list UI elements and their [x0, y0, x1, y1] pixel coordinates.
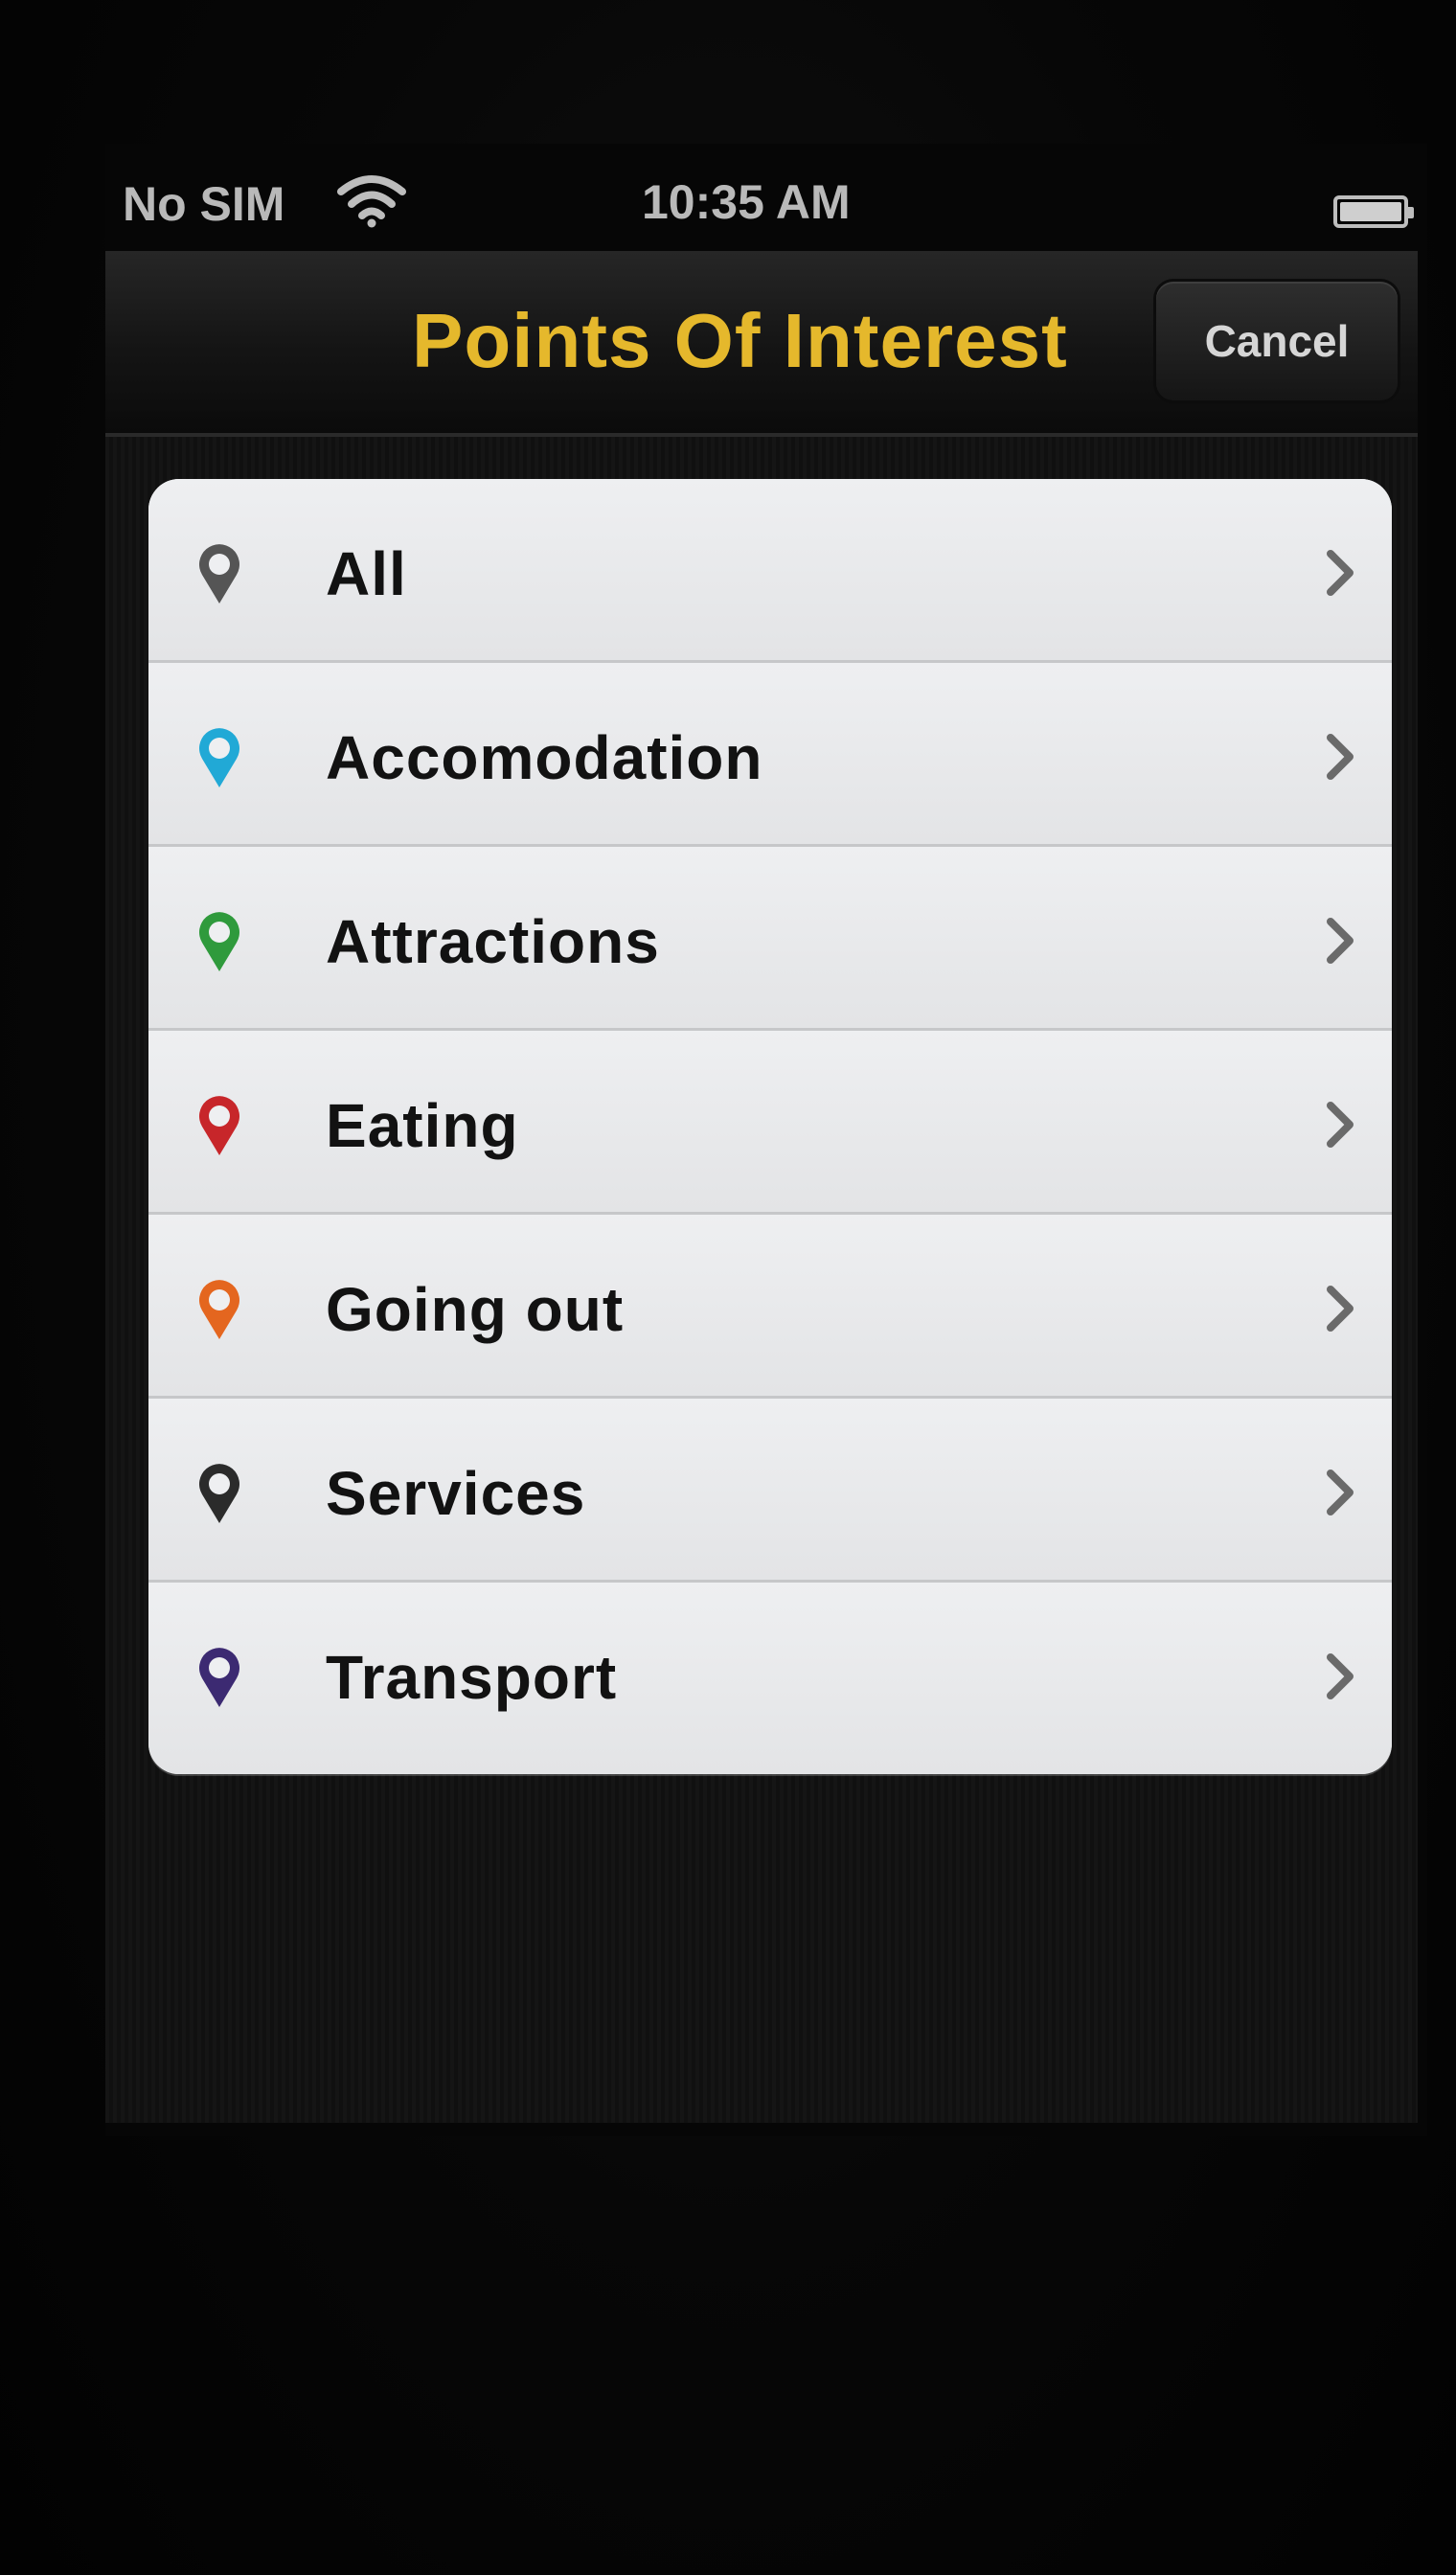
- chevron-right-icon: [1327, 918, 1354, 964]
- map-pin-icon: [199, 912, 239, 971]
- page-title: Points Of Interest: [412, 298, 1068, 383]
- category-label: Going out: [326, 1275, 625, 1344]
- category-row-going-out[interactable]: Going out: [148, 1215, 1392, 1399]
- category-row-eating[interactable]: Eating: [148, 1031, 1392, 1215]
- map-pin-icon: [199, 1280, 239, 1339]
- navigation-bar: Points Of Interest Cancel: [105, 251, 1418, 437]
- chevron-right-icon: [1327, 1470, 1354, 1515]
- chevron-right-icon: [1327, 1102, 1354, 1148]
- chevron-right-icon: [1327, 550, 1354, 596]
- map-pin-icon: [199, 1096, 239, 1155]
- category-label: Attractions: [326, 907, 660, 976]
- chevron-right-icon: [1327, 1653, 1354, 1699]
- wifi-icon: [337, 175, 406, 228]
- status-bar: No SIM 10:35 AM: [105, 161, 1427, 247]
- category-label: All: [326, 539, 407, 608]
- chevron-right-icon: [1327, 734, 1354, 780]
- category-list: All Accomodation Attractions Eating Going ou…: [148, 479, 1392, 1774]
- cancel-button[interactable]: Cancel: [1156, 282, 1398, 400]
- battery-icon: [1333, 195, 1414, 228]
- category-row-accomodation[interactable]: Accomodation: [148, 663, 1392, 847]
- category-row-services[interactable]: Services: [148, 1399, 1392, 1583]
- chevron-right-icon: [1327, 1286, 1354, 1332]
- status-time: 10:35 AM: [642, 175, 851, 229]
- map-pin-icon: [199, 728, 239, 787]
- map-pin-icon: [199, 544, 239, 604]
- map-pin-icon: [199, 1464, 239, 1523]
- carrier-label: No SIM: [123, 177, 285, 231]
- category-label: Transport: [326, 1643, 618, 1712]
- category-label: Eating: [326, 1091, 519, 1160]
- category-row-transport[interactable]: Transport: [148, 1583, 1392, 1774]
- map-pin-icon: [199, 1648, 239, 1707]
- category-row-attractions[interactable]: Attractions: [148, 847, 1392, 1031]
- category-label: Services: [326, 1459, 586, 1528]
- category-label: Accomodation: [326, 723, 763, 792]
- category-row-all[interactable]: All: [148, 479, 1392, 663]
